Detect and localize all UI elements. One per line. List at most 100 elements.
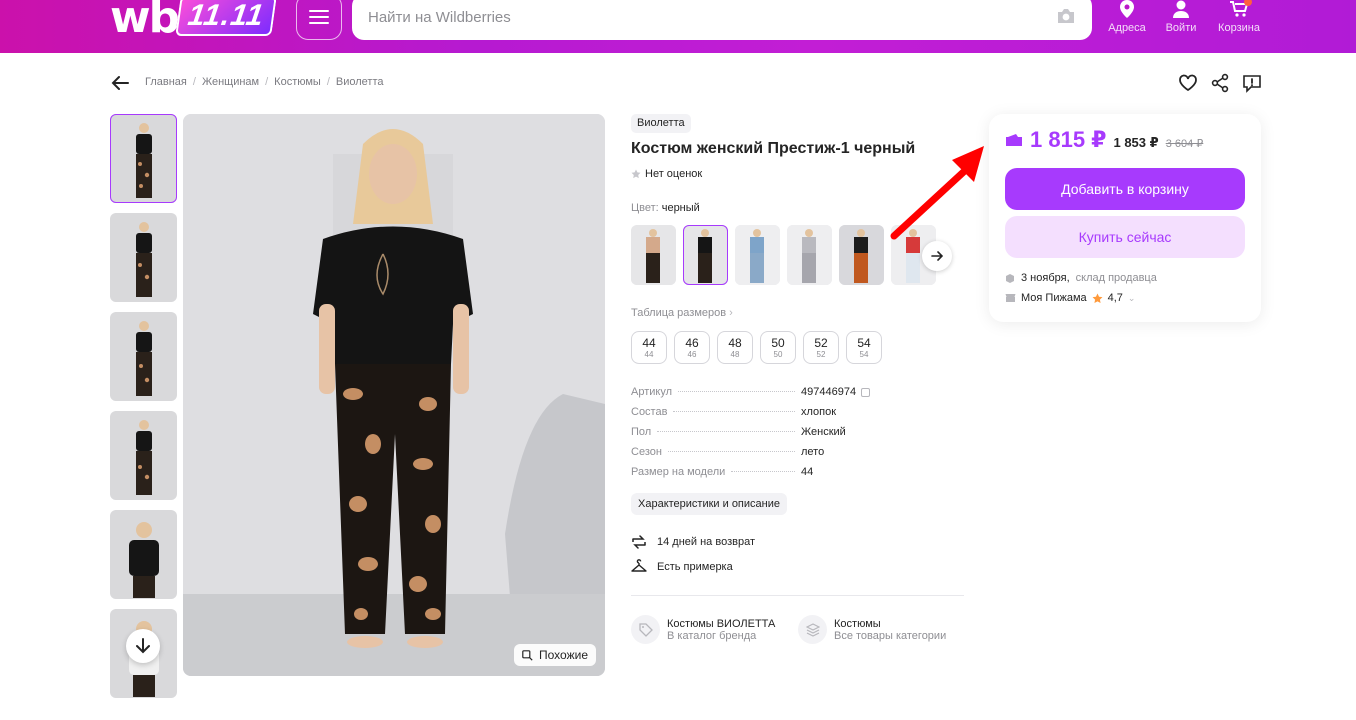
spec-value: лето [801,446,825,458]
color-swatch[interactable] [735,225,780,285]
shop-icon [1005,294,1016,302]
spec-value: Женский [801,426,846,438]
star-icon [1092,293,1103,303]
size-option[interactable]: 46 46 [674,331,710,364]
similar-button[interactable]: Похожие [514,644,596,666]
delivery-source: склад продавца [1075,272,1157,284]
category-link[interactable]: Костюмы Все товары категории [798,615,946,644]
size-table-link[interactable]: Таблица размеров › [631,307,733,319]
color-swatch[interactable] [683,225,728,285]
breadcrumb-item[interactable]: Виолетта [336,76,384,88]
color-label: Цвет: [631,202,659,214]
delivery-info: 3 ноября, склад продавца [1005,272,1157,284]
breadcrumb-item[interactable]: Женщинам [202,76,259,88]
thumbnail[interactable] [110,510,177,599]
copy-icon[interactable] [861,387,871,397]
nav-login-label: Войти [1165,22,1197,34]
size-table-label: Таблица размеров [631,307,727,319]
tag-icon [631,615,660,644]
chevron-down-icon: ⌄ [1127,292,1136,303]
camera-icon[interactable] [1056,8,1076,24]
feature-fitting[interactable]: Есть примерка [631,559,733,575]
spec-key: Состав [631,406,668,418]
favorite-heart-icon[interactable] [1178,73,1198,93]
hamburger-icon [309,10,329,24]
category-subtitle: Все товары категории [834,629,947,642]
seller-info[interactable]: Моя Пижама 4,7 ⌄ [1005,292,1135,304]
nav-addresses[interactable]: Адреса [1100,0,1154,34]
breadcrumb-separator: / [192,76,196,88]
size-sub: 46 [687,350,697,359]
size-main: 46 [685,336,699,350]
promo-badge-text: 11.11 [185,0,267,32]
spec-row: Размер на модели 44 [631,466,891,486]
size-main: 52 [814,336,828,350]
brand-catalog-subtitle: В каталог бренда [667,629,757,642]
size-option[interactable]: 54 54 [846,331,882,364]
size-option[interactable]: 50 50 [760,331,796,364]
size-sub: 44 [644,350,654,359]
spec-value: хлопок [801,406,837,418]
cart-count-dot [1244,0,1252,6]
article-number: 497446974 [801,386,857,398]
thumbnail[interactable] [110,312,177,401]
price-regular: 1 853 ₽ [1113,135,1159,150]
product-photo [183,114,605,676]
color-swatch[interactable] [839,225,884,285]
feature-return[interactable]: 14 дней на возврат [631,534,755,550]
search-input[interactable] [368,2,1048,32]
hanger-icon [631,559,647,572]
scroll-thumbnails-down-button[interactable] [126,629,160,663]
arrow-down-icon [136,638,150,654]
color-swatch[interactable] [631,225,676,285]
nav-cart[interactable]: Корзина [1212,0,1266,34]
buy-now-button[interactable]: Купить сейчас [1005,216,1245,258]
spec-value: 44 [801,466,814,478]
product-main-image[interactable]: Похожие [183,114,605,676]
wb-logo[interactable]: wb [110,0,180,43]
brand-chip[interactable]: Виолетта [631,114,691,133]
size-main: 48 [728,336,742,350]
menu-button[interactable] [296,0,342,40]
breadcrumb-item[interactable]: Костюмы [274,76,321,88]
size-option[interactable]: 52 52 [803,331,839,364]
breadcrumb-item[interactable]: Главная [145,76,187,88]
color-line: Цвет: черный [631,202,700,214]
delivery-date: 3 ноября, [1021,272,1070,284]
breadcrumb-separator: / [326,76,330,88]
size-option[interactable]: 48 48 [717,331,753,364]
spec-key: Сезон [631,446,662,458]
thumbnail[interactable] [110,114,177,203]
divider [631,595,964,596]
model-thumbnail-image [135,420,152,495]
thumbnail[interactable] [110,213,177,302]
thumbnail-list [110,114,177,708]
feature-fitting-label: Есть примерка [657,561,733,573]
rating[interactable]: Нет оценок [631,168,702,180]
breadcrumb-separator: / [265,76,269,88]
add-to-cart-button[interactable]: Добавить в корзину [1005,168,1245,210]
size-main: 54 [857,336,871,350]
annotation-arrow [890,146,984,240]
back-arrow-icon[interactable] [110,74,130,92]
description-button[interactable]: Характеристики и описание [631,493,787,515]
spec-key: Пол [631,426,652,438]
size-option[interactable]: 44 44 [631,331,667,364]
spec-row: Сезон лето [631,446,891,466]
buy-box: 1 815 ₽ 1 853 ₽ 3 604 ₽ Добавить в корзи… [989,114,1261,322]
similar-label: Похожие [539,648,588,662]
wallet-icon [1006,134,1022,146]
share-icon[interactable] [1210,73,1230,93]
color-value: черный [661,202,700,214]
site-header: wb 11.11 Адреса Войти Корзина [0,0,1356,53]
spec-row: Пол Женский [631,426,891,446]
similar-search-icon [522,649,533,661]
thumbnail[interactable] [110,411,177,500]
model-thumbnail-image [135,321,152,396]
product-title: Костюм женский Престиж-1 черный [631,140,916,157]
report-icon[interactable] [1242,73,1262,93]
spec-row: Артикул 497446974 [631,386,891,406]
brand-catalog-link[interactable]: Костюмы ВИОЛЕТТА В каталог бренда [631,615,775,644]
color-swatch[interactable] [787,225,832,285]
nav-login[interactable]: Войти [1154,0,1208,34]
